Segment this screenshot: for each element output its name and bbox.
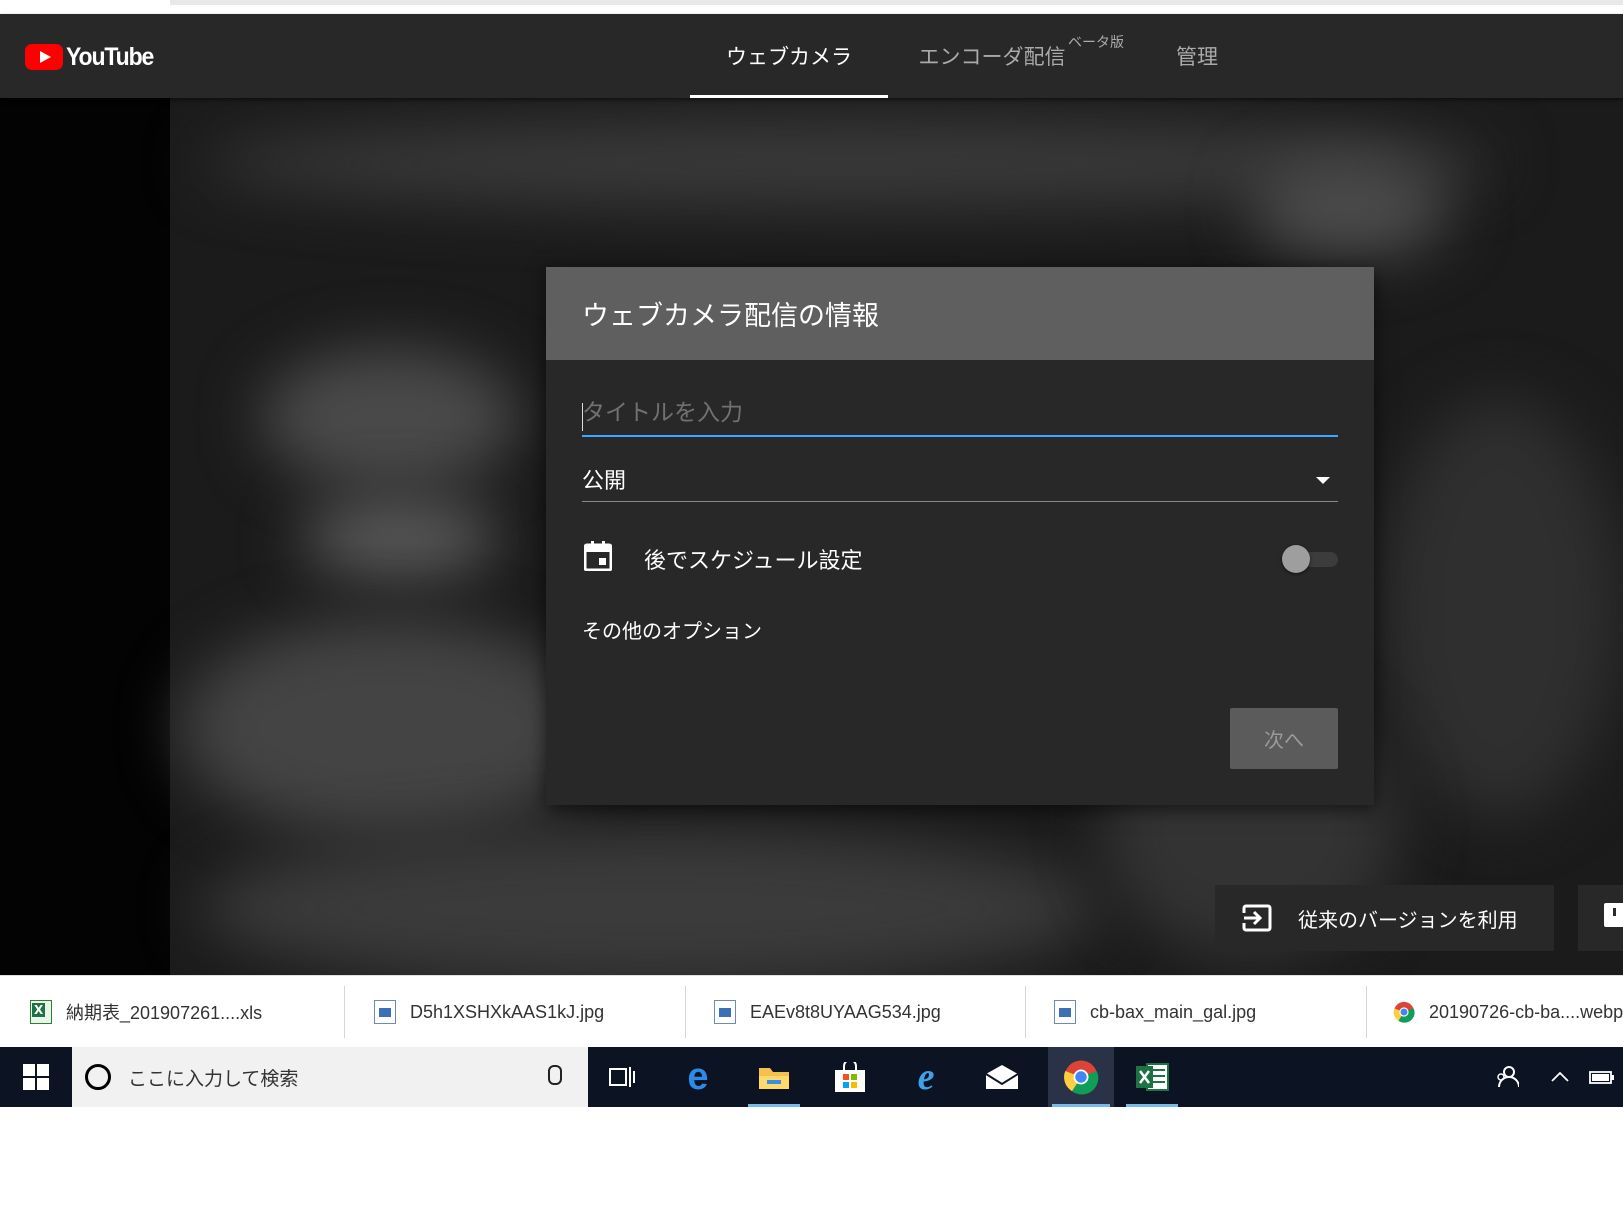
feedback-button[interactable] <box>1578 885 1623 951</box>
tab-encoder[interactable]: エンコーダ配信 <box>912 14 1072 98</box>
download-item[interactable]: cb-bax_main_gal.jpg <box>1054 976 1256 1048</box>
microphone-icon[interactable] <box>548 1065 562 1085</box>
start-button[interactable] <box>6 1047 66 1107</box>
legacy-label: 従来のバージョンを利用 <box>1298 907 1518 932</box>
windows-logo-icon <box>23 1064 49 1090</box>
file-explorer-icon <box>759 1068 789 1089</box>
calendar-icon <box>584 541 612 571</box>
file-explorer-button[interactable] <box>744 1047 804 1107</box>
download-item[interactable]: 納期表_201907261....xls <box>30 976 262 1048</box>
cortana-icon <box>85 1064 111 1090</box>
excel-file-icon <box>30 1000 52 1024</box>
tab-manage[interactable]: 管理 <box>1162 14 1232 98</box>
store-icon <box>835 1062 865 1092</box>
dropdown-arrow-icon <box>1316 477 1330 484</box>
download-item[interactable]: D5h1XSHXkAAS1kJ.jpg <box>374 976 604 1048</box>
edge-icon: e <box>687 1055 709 1098</box>
title-input[interactable] <box>582 391 1338 437</box>
download-filename: D5h1XSHXkAAS1kJ.jpg <box>410 1001 605 1022</box>
show-hidden-icons-button[interactable] <box>1540 1047 1580 1107</box>
download-item[interactable]: EAEv8t8UYAAG534.jpg <box>714 976 941 1048</box>
taskbar-search-box[interactable]: ここに入力して検索 <box>72 1047 588 1107</box>
battery-icon <box>1589 1071 1614 1084</box>
next-button[interactable]: 次へ <box>1230 708 1338 769</box>
chrome-taskbar-button[interactable] <box>1048 1047 1114 1107</box>
youtube-play-icon <box>25 44 63 70</box>
schedule-row: 後でスケジュール設定 <box>582 539 1338 579</box>
chrome-icon <box>1393 1001 1415 1023</box>
schedule-label: 後でスケジュール設定 <box>644 549 863 574</box>
people-icon <box>1497 1066 1519 1088</box>
chrome-icon <box>1064 1060 1099 1095</box>
task-view-icon <box>609 1067 635 1087</box>
use-legacy-version-button[interactable]: 従来のバージョンを利用 <box>1215 885 1554 951</box>
task-view-button[interactable] <box>592 1047 652 1107</box>
image-file-icon <box>374 1000 396 1024</box>
image-file-icon <box>714 1000 736 1024</box>
chevron-up-icon <box>1551 1071 1569 1082</box>
studio-header: YouTube ウェブカメラ エンコーダ配信 ベータ版 管理 <box>0 14 1623 98</box>
privacy-value: 公開 <box>582 469 627 494</box>
youtube-wordmark: YouTube <box>66 42 154 71</box>
image-file-icon <box>1054 1000 1076 1024</box>
download-filename: 納期表_201907261....xls <box>66 1003 263 1023</box>
browser-top-strip <box>0 0 1623 15</box>
privacy-select[interactable]: 公開 <box>582 455 1338 502</box>
beta-label: ベータ版 <box>1068 35 1124 51</box>
dialog-title: ウェブカメラ配信の情報 <box>546 267 1374 360</box>
more-options-link[interactable]: その他のオプション <box>582 615 762 644</box>
mail-icon <box>985 1065 1019 1089</box>
people-button[interactable] <box>1482 1047 1532 1107</box>
battery-button[interactable] <box>1582 1047 1622 1107</box>
download-filename: cb-bax_main_gal.jpg <box>1090 1001 1257 1022</box>
webcam-stream-dialog: ウェブカメラ配信の情報 公開 後でスケジュール設定 その他のオプション 次へ <box>546 267 1374 805</box>
tab-webcam[interactable]: ウェブカメラ <box>690 14 888 98</box>
feedback-icon <box>1604 903 1623 927</box>
download-shelf: 納期表_201907261....xls D5h1XSHXkAAS1kJ.jpg… <box>0 975 1623 1048</box>
internet-explorer-icon: e <box>917 1056 935 1098</box>
youtube-logo[interactable]: YouTube <box>25 42 161 72</box>
exit-to-app-icon <box>1242 904 1272 932</box>
edge-button[interactable]: e <box>668 1047 728 1107</box>
search-placeholder: ここに入力して検索 <box>128 1067 299 1090</box>
text-caret <box>582 403 583 431</box>
internet-explorer-button[interactable]: e <box>896 1047 956 1107</box>
download-filename: 20190726-cb-ba....webp <box>1429 1001 1623 1022</box>
excel-button[interactable] <box>1122 1047 1182 1107</box>
store-button[interactable] <box>820 1047 880 1107</box>
schedule-toggle[interactable] <box>1282 545 1338 573</box>
excel-icon <box>1136 1063 1169 1091</box>
download-item[interactable]: 20190726-cb-ba....webp <box>1393 976 1623 1048</box>
download-filename: EAEv8t8UYAAG534.jpg <box>750 1001 941 1022</box>
windows-taskbar: ここに入力して検索 e e <box>0 1047 1623 1107</box>
blank-area <box>0 1107 1623 1218</box>
mail-button[interactable] <box>972 1047 1032 1107</box>
